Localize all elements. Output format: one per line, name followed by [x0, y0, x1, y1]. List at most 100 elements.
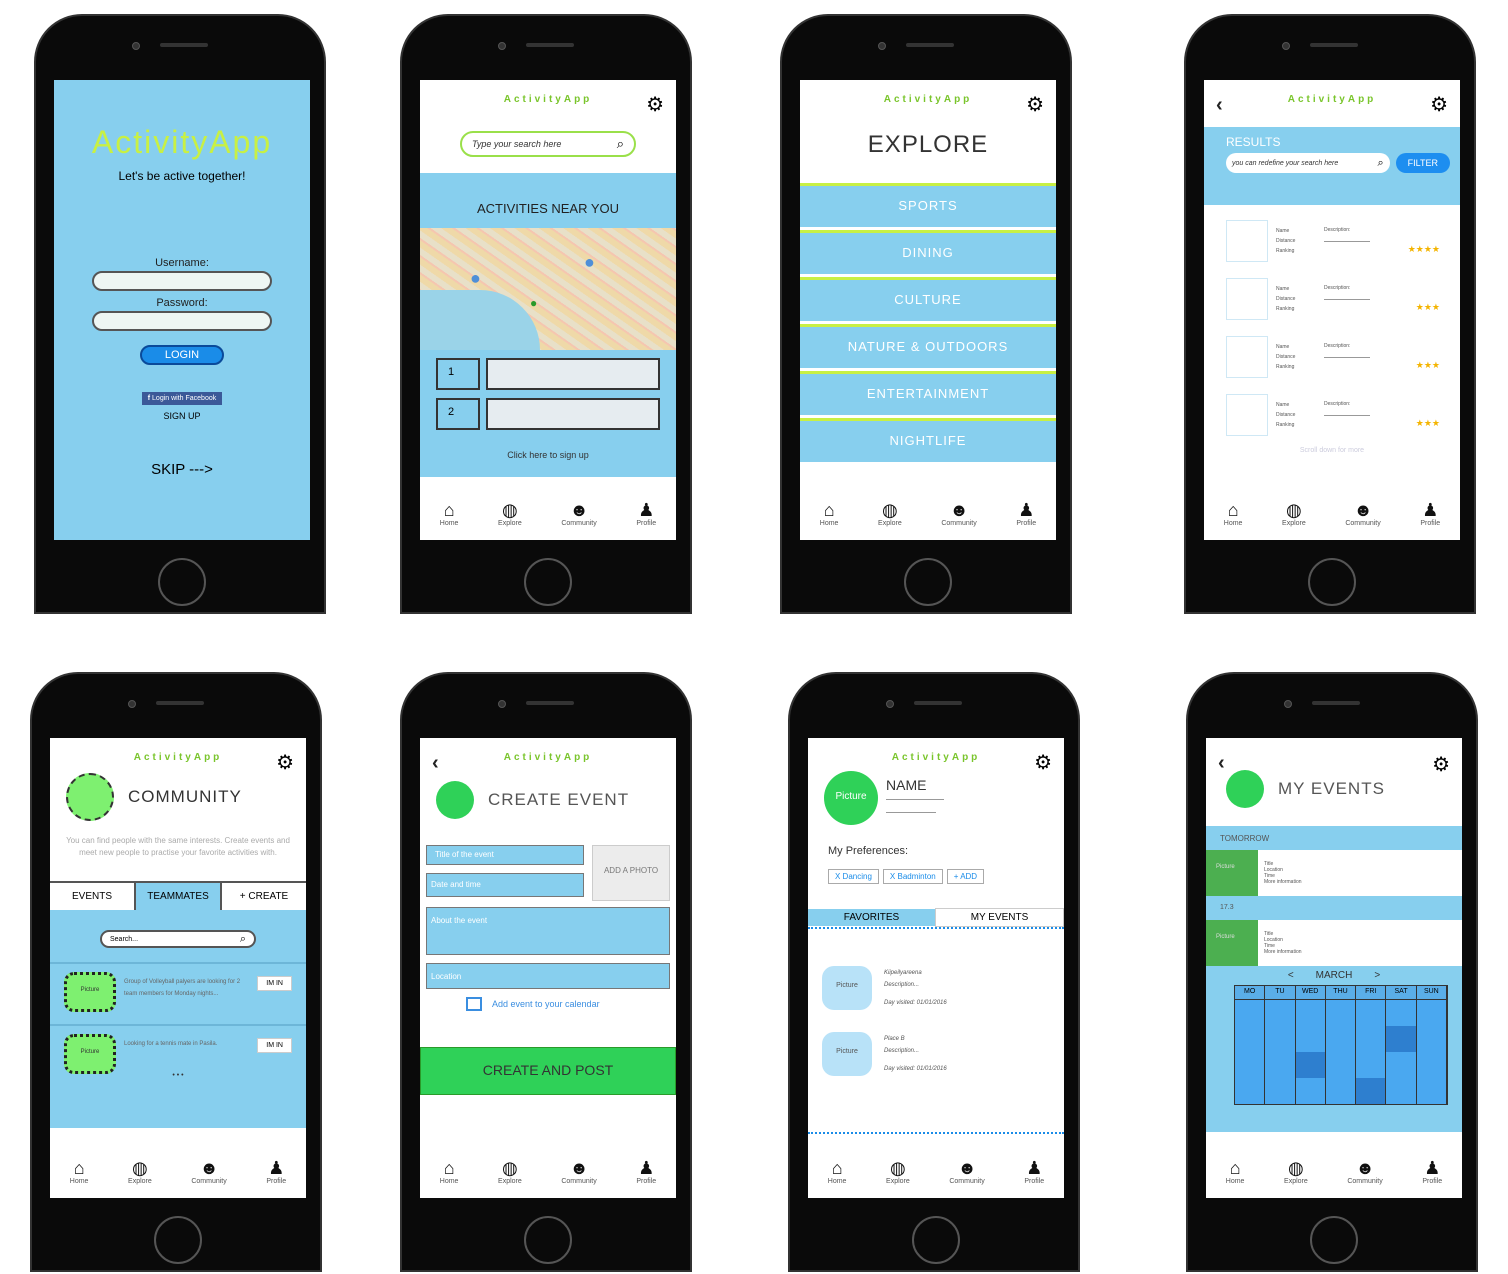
- nav-home[interactable]: ⌂ Home: [1226, 1158, 1245, 1185]
- nav-home[interactable]: ⌂ Home: [1224, 500, 1243, 527]
- nav-community[interactable]: ☻ Community: [1347, 1158, 1382, 1185]
- gear-icon[interactable]: ⚙: [1430, 92, 1448, 117]
- calendar-cell[interactable]: [1235, 1052, 1266, 1078]
- calendar-cell[interactable]: [1235, 1026, 1266, 1052]
- nav-profile[interactable]: ♟ Profile: [636, 1158, 656, 1185]
- category-item[interactable]: SPORTS: [800, 183, 1056, 227]
- nav-profile[interactable]: ♟ Profile: [636, 500, 656, 527]
- search-icon[interactable]: ⌕: [1377, 157, 1383, 170]
- calendar-cell[interactable]: [1356, 1052, 1387, 1078]
- search-input[interactable]: Type your search here ⌕: [460, 131, 636, 157]
- search-input[interactable]: Search... ⌕: [100, 930, 256, 948]
- back-chevron-icon[interactable]: ‹: [1216, 94, 1223, 117]
- nav-home[interactable]: ⌂ Home: [820, 500, 839, 527]
- home-button[interactable]: [524, 1216, 572, 1264]
- tab-create[interactable]: + CREATE: [222, 883, 306, 910]
- preference-tag[interactable]: X Badminton: [882, 869, 943, 884]
- category-item[interactable]: NATURE & OUTDOORS: [800, 324, 1056, 368]
- nav-community[interactable]: ☻ Community: [1345, 500, 1380, 527]
- result-row[interactable]: Name Distance Ranking Description: ★★★: [1226, 271, 1440, 327]
- skip-link[interactable]: SKIP --->: [54, 461, 310, 478]
- gear-icon[interactable]: ⚙: [1026, 92, 1044, 117]
- back-chevron-icon[interactable]: ‹: [1218, 752, 1225, 775]
- nav-explore[interactable]: ◍ Explore: [128, 1158, 152, 1185]
- nav-community[interactable]: ☻ Community: [191, 1158, 226, 1185]
- calendar-cell[interactable]: [1416, 1026, 1447, 1052]
- calendar-cell[interactable]: [1325, 1026, 1357, 1052]
- prev-month-button[interactable]: <: [1288, 970, 1294, 981]
- nav-home[interactable]: ⌂ Home: [70, 1158, 89, 1185]
- calendar-cell[interactable]: [1235, 1078, 1266, 1104]
- preference-tag[interactable]: X Dancing: [828, 869, 879, 884]
- about-event-field[interactable]: About the event: [426, 907, 670, 955]
- calendar-cell[interactable]: [1295, 1052, 1326, 1078]
- login-button[interactable]: LOGIN: [140, 345, 224, 365]
- nav-explore[interactable]: ◍ Explore: [886, 1158, 910, 1185]
- next-month-button[interactable]: >: [1374, 970, 1380, 981]
- event-item[interactable]: Picture Title Location Time More informatio…: [1206, 920, 1462, 966]
- event-title-field[interactable]: Title of the event: [426, 845, 584, 865]
- category-item[interactable]: DINING: [800, 230, 1056, 274]
- calendar-cell[interactable]: [1386, 1000, 1417, 1026]
- back-chevron-icon[interactable]: ‹: [432, 752, 439, 775]
- calendar-option[interactable]: Add event to your calendar: [466, 997, 676, 1011]
- home-button[interactable]: [1310, 1216, 1358, 1264]
- calendar-cell[interactable]: [1265, 1078, 1296, 1104]
- signup-link[interactable]: SIGN UP: [54, 411, 310, 421]
- tab-favorites[interactable]: FAVORITES: [808, 909, 935, 926]
- map-pin-icon[interactable]: ●: [584, 252, 595, 273]
- nav-profile[interactable]: ♟ Profile: [266, 1158, 286, 1185]
- im-in-button[interactable]: IM IN: [257, 1038, 292, 1053]
- gear-icon[interactable]: ⚙: [1432, 752, 1450, 777]
- refine-search-input[interactable]: you can redefine your search here ⌕: [1226, 153, 1390, 173]
- calendar-cell[interactable]: [1356, 1026, 1387, 1052]
- nav-profile[interactable]: ♟ Profile: [1016, 500, 1036, 527]
- result-row[interactable]: Name Distance Ranking Description: ★★★★: [1226, 213, 1440, 269]
- signup-link[interactable]: Click here to sign up: [420, 450, 676, 460]
- gear-icon[interactable]: ⚙: [1034, 750, 1052, 775]
- calendar-checkbox[interactable]: [466, 997, 482, 1011]
- calendar-cell[interactable]: [1325, 1078, 1357, 1104]
- calendar-cell[interactable]: [1295, 1026, 1326, 1052]
- add-preference-button[interactable]: + ADD: [946, 869, 985, 884]
- nav-explore[interactable]: ◍ Explore: [1282, 500, 1306, 527]
- date-time-field[interactable]: Date and time: [426, 873, 584, 897]
- post-item[interactable]: Picture Group of Volleyball palyers are l…: [50, 962, 306, 1024]
- calendar-cell[interactable]: [1416, 1078, 1447, 1104]
- map[interactable]: ● ● ●: [420, 228, 676, 350]
- calendar-cell[interactable]: [1295, 1000, 1326, 1026]
- home-button[interactable]: [154, 1216, 202, 1264]
- tab-my-events[interactable]: MY EVENTS: [935, 908, 1064, 927]
- list-item[interactable]: 2: [436, 398, 660, 430]
- calendar-cell[interactable]: [1356, 1000, 1387, 1026]
- calendar-cell[interactable]: [1386, 1026, 1417, 1052]
- gear-icon[interactable]: ⚙: [276, 750, 294, 775]
- result-row[interactable]: Name Distance Ranking Description: ★★★: [1226, 329, 1440, 385]
- nav-home[interactable]: ⌂ Home: [440, 1158, 459, 1185]
- nav-explore[interactable]: ◍ Explore: [878, 500, 902, 527]
- calendar-cell[interactable]: [1325, 1000, 1357, 1026]
- password-field[interactable]: [92, 311, 272, 331]
- nav-profile[interactable]: ♟ Profile: [1024, 1158, 1044, 1185]
- tab-teammates[interactable]: TEAMMATES: [136, 883, 222, 910]
- location-field[interactable]: Location: [426, 963, 670, 989]
- search-icon[interactable]: ⌕: [617, 136, 624, 152]
- home-button[interactable]: [912, 1216, 960, 1264]
- home-button[interactable]: [1308, 558, 1356, 606]
- nav-home[interactable]: ⌂ Home: [440, 500, 459, 527]
- home-button[interactable]: [904, 558, 952, 606]
- profile-picture[interactable]: Picture: [824, 771, 878, 825]
- calendar-cell[interactable]: [1265, 1026, 1296, 1052]
- calendar-cell[interactable]: [1416, 1052, 1447, 1078]
- nav-profile[interactable]: ♟ Profile: [1422, 1158, 1442, 1185]
- search-icon[interactable]: ⌕: [240, 933, 246, 946]
- event-item[interactable]: Picture Title Location Time More informatio…: [1206, 850, 1462, 896]
- category-item[interactable]: NIGHTLIFE: [800, 418, 1056, 462]
- category-item[interactable]: ENTERTAINMENT: [800, 371, 1056, 415]
- create-and-post-button[interactable]: CREATE AND POST: [420, 1047, 676, 1095]
- calendar-cell[interactable]: [1235, 1000, 1266, 1026]
- category-item[interactable]: CULTURE: [800, 277, 1056, 321]
- gear-icon[interactable]: ⚙: [646, 92, 664, 117]
- home-button[interactable]: [158, 558, 206, 606]
- nav-community[interactable]: ☻ Community: [561, 500, 596, 527]
